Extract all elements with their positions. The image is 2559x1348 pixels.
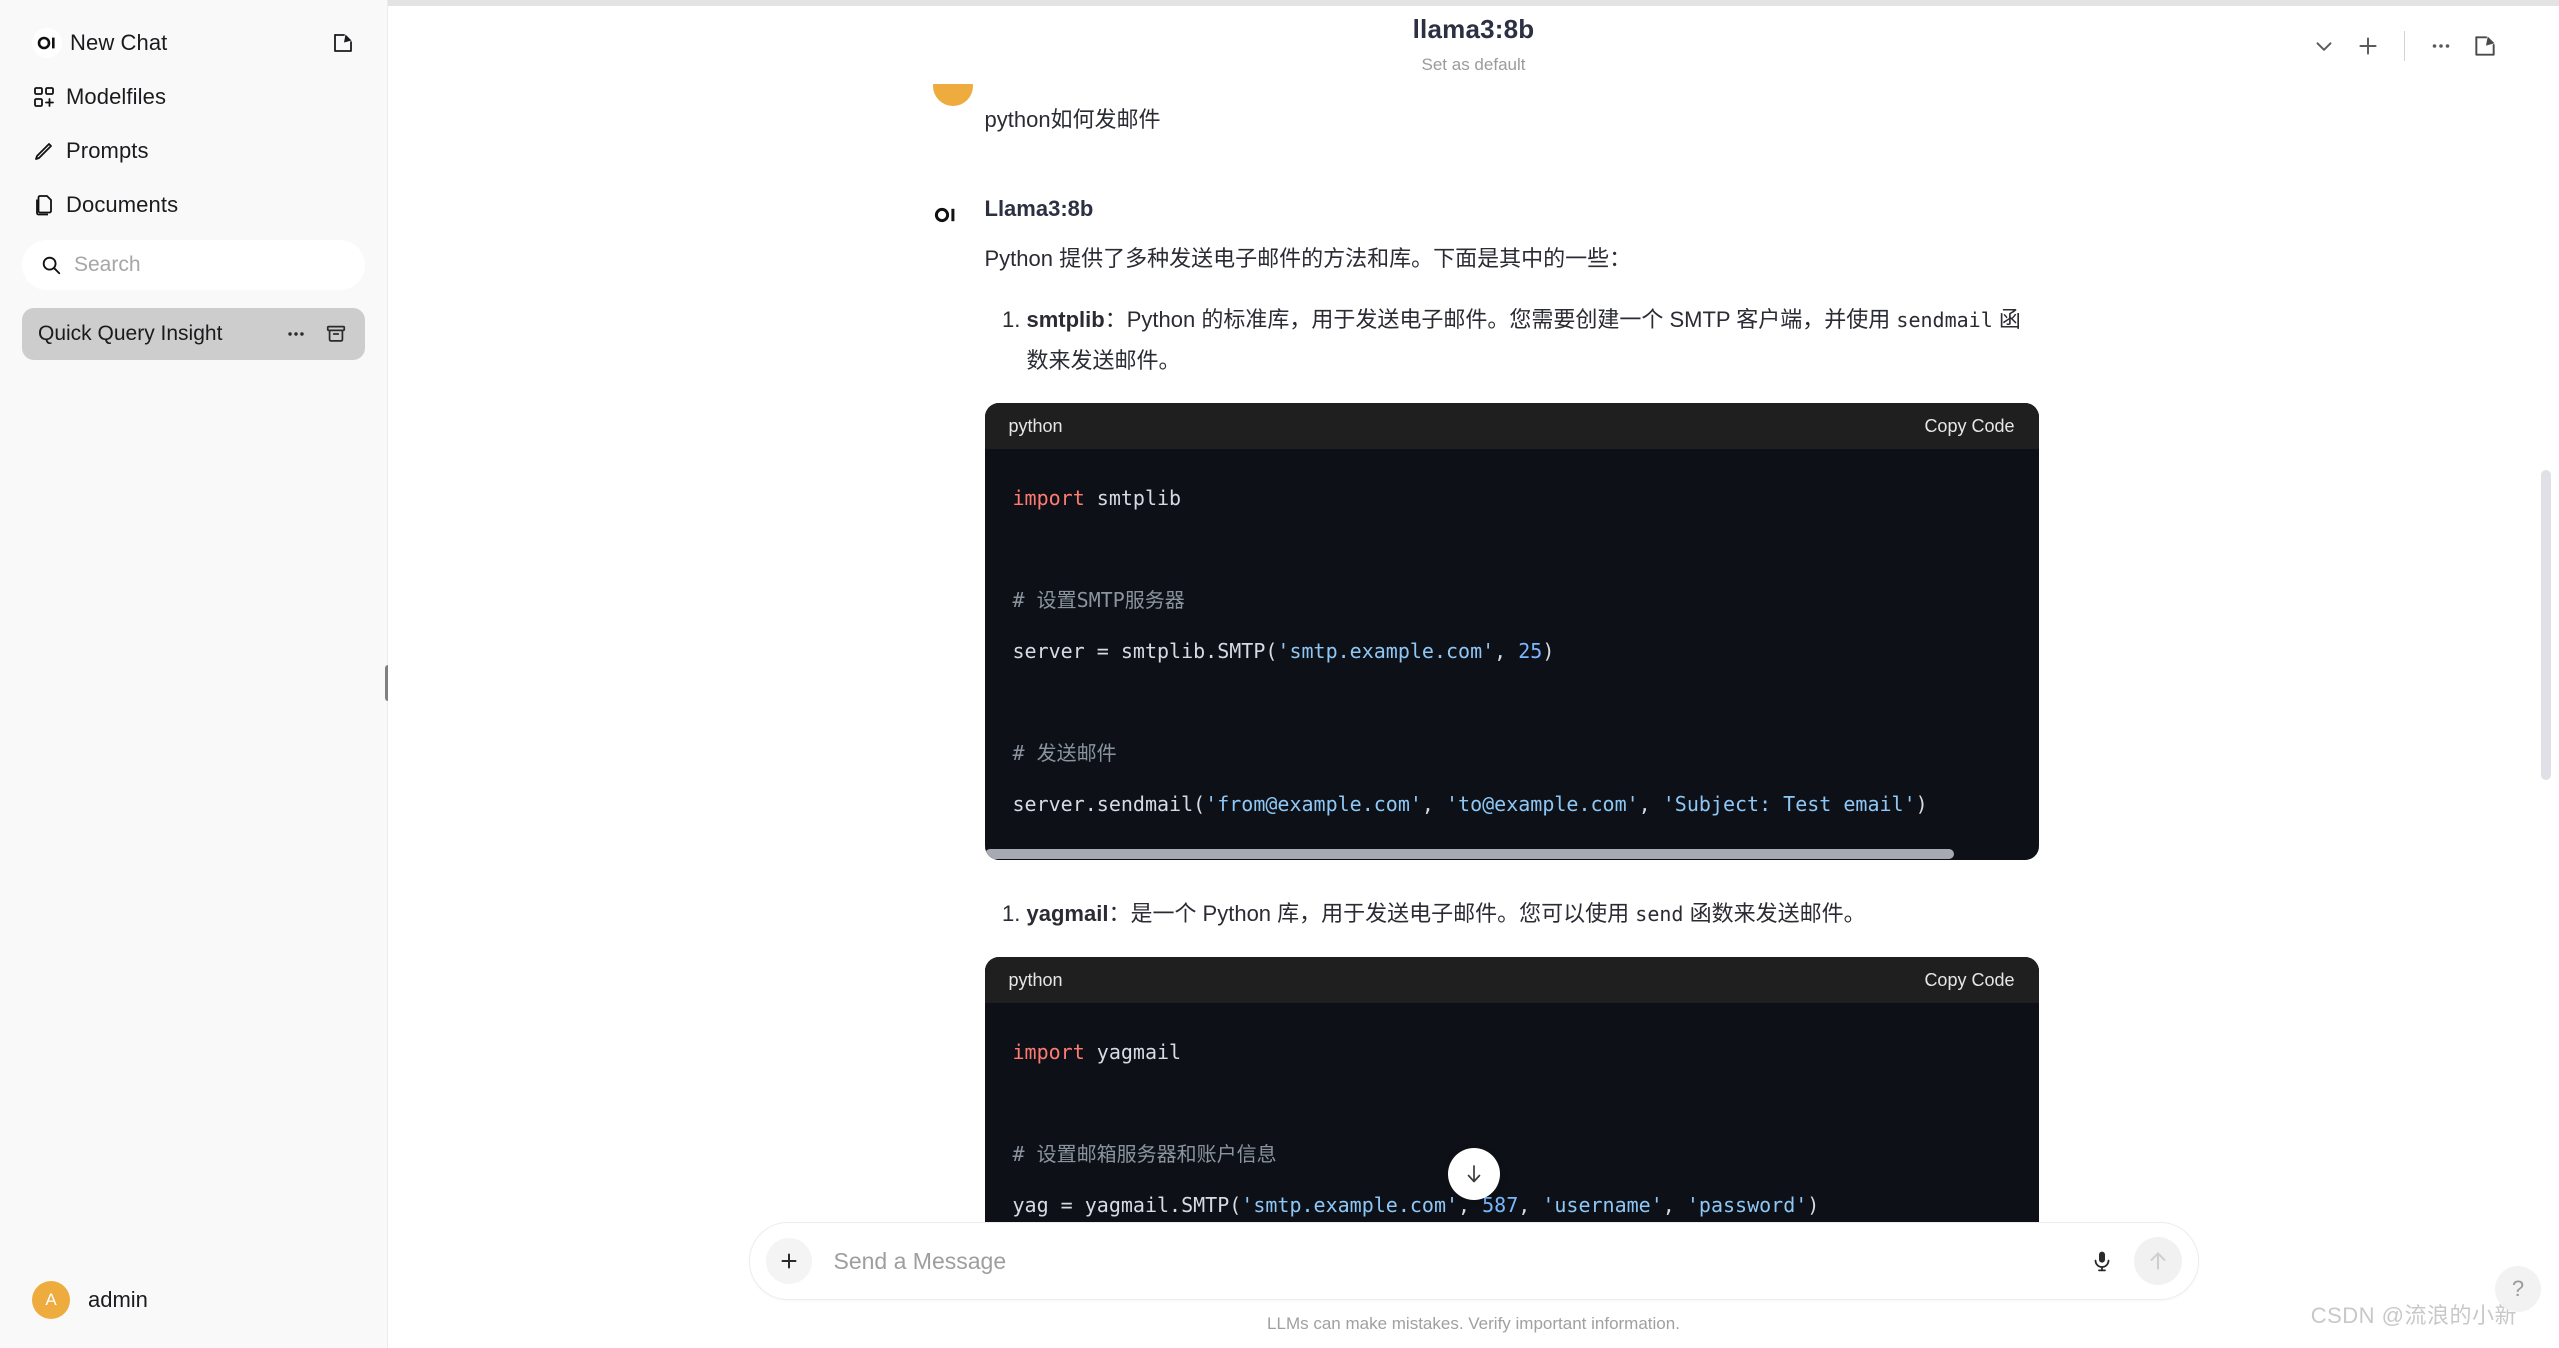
composer-area: LLMs can make mistakes. Verify important… — [388, 1222, 2559, 1348]
code-block-1: python Copy Code import smtplib # 设置SMTP… — [984, 403, 2039, 861]
message-input[interactable] — [833, 1247, 2080, 1275]
chevron-down-icon[interactable] — [2302, 24, 2346, 68]
sidebar-item-new-chat[interactable]: New Chat — [22, 16, 365, 70]
code-language-label: python — [1008, 415, 1063, 436]
sidebar: New Chat Modelfiles Prompts Documents Se… — [0, 0, 391, 1348]
chat-item-title: Quick Query Insight — [38, 322, 223, 345]
user-name: admin — [88, 1287, 148, 1312]
documents-icon — [32, 193, 66, 217]
message-assistant: Llama3:8b Python 提供了多种发送电子邮件的方法和库。下面是其中的… — [909, 196, 2039, 1228]
avatar: A — [32, 1281, 70, 1319]
copy-code-button[interactable]: Copy Code — [1924, 970, 2014, 991]
search-icon — [40, 254, 62, 276]
list-item: yagmail：是一个 Python 库，用于发送电子邮件。您可以使用 send… — [1027, 894, 2039, 935]
scrollbar-thumb[interactable] — [984, 849, 1955, 860]
set-as-default-button[interactable]: Set as default — [1422, 55, 1526, 75]
chat-scroll-area[interactable]: python如何发邮件 Llama3:8b Python 提供了多种发送电子邮件… — [388, 84, 2559, 1228]
page-vertical-scrollbar[interactable] — [2541, 470, 2551, 780]
sidebar-item-label: Prompts — [66, 138, 149, 163]
inline-code: sendmail — [1896, 308, 1993, 333]
sidebar-user-row[interactable]: A admin — [0, 1252, 387, 1348]
sidebar-item-label: Documents — [66, 192, 179, 217]
assistant-intro: Python 提供了多种发送电子邮件的方法和库。下面是其中的一些： — [984, 245, 1632, 271]
new-chat-label: New Chat — [70, 30, 168, 55]
user-message-text: python如何发邮件 — [984, 107, 1161, 132]
copy-code-button[interactable]: Copy Code — [1924, 416, 2014, 437]
message-user: python如何发邮件 — [909, 84, 2039, 140]
list-text-before: ：Python 的标准库，用于发送电子邮件。您需要创建一个 SMTP 客户端，并… — [1104, 307, 1897, 333]
sidebar-top: New Chat Modelfiles Prompts Documents — [0, 0, 387, 232]
help-button[interactable]: ? — [2495, 1266, 2541, 1312]
attach-plus-button[interactable] — [765, 1238, 812, 1284]
header-title-wrap: llama3:8b Set as default — [388, 14, 2559, 75]
scroll-to-bottom-button[interactable] — [1447, 1148, 1500, 1200]
send-button[interactable] — [2133, 1237, 2182, 1285]
sidebar-item-modelfiles[interactable]: Modelfiles — [22, 70, 365, 124]
ellipsis-icon[interactable] — [2419, 24, 2463, 68]
search-box[interactable] — [22, 240, 365, 290]
sidebar-item-prompts[interactable]: Prompts — [22, 124, 365, 178]
code-language-label: python — [1008, 969, 1063, 990]
code-block-header: python Copy Code — [984, 403, 2039, 450]
list-text-before: ：是一个 Python 库，用于发送电子邮件。您可以使用 — [1108, 901, 1636, 927]
message-composer[interactable] — [748, 1222, 2199, 1300]
header-actions — [2302, 24, 2507, 68]
code-block-body[interactable]: import yagmail # 设置邮箱服务器和账户信息 yag = yagm… — [985, 1003, 2039, 1228]
inline-code: send — [1635, 902, 1684, 927]
openwebui-logo-icon — [32, 28, 62, 58]
chat-header: llama3:8b Set as default — [388, 6, 2559, 84]
archive-icon[interactable] — [325, 323, 347, 345]
new-chat-left: New Chat — [32, 28, 167, 58]
chat-list-item-quick-query-insight[interactable]: Quick Query Insight — [22, 308, 365, 360]
list-text-after: 函数来发送邮件。 — [1683, 901, 1866, 927]
plus-icon[interactable] — [2346, 24, 2390, 68]
openwebui-logo-icon — [933, 202, 959, 233]
assistant-name: Llama3:8b — [984, 195, 1094, 221]
user-message-avatar — [932, 84, 973, 106]
new-chat-edit-icon[interactable] — [331, 31, 355, 55]
sidebar-item-documents[interactable]: Documents — [22, 178, 365, 232]
main-panel: llama3:8b Set as default python如何发邮件 Lla… — [388, 0, 2559, 1348]
assistant-list-2: yagmail：是一个 Python 库，用于发送电子邮件。您可以使用 send… — [985, 894, 2039, 935]
code-block-body[interactable]: import smtplib # 设置SMTP服务器 server = smtp… — [985, 449, 2039, 848]
list-term: smtplib — [1026, 307, 1105, 333]
list-term: yagmail — [1026, 901, 1109, 927]
pencil-icon — [32, 139, 66, 163]
ellipsis-icon[interactable] — [285, 323, 307, 345]
code-horizontal-scrollbar[interactable] — [984, 848, 2039, 861]
header-divider — [2404, 31, 2405, 61]
page-title: llama3:8b — [1412, 14, 1535, 44]
chat-list: Quick Query Insight — [0, 290, 387, 360]
assistant-list-1: smtplib：Python 的标准库，用于发送电子邮件。您需要创建一个 SMT… — [985, 300, 2039, 381]
microphone-icon[interactable] — [2080, 1239, 2124, 1283]
code-block-header: python Copy Code — [984, 957, 2039, 1004]
code-block-2: python Copy Code import yagmail # 设置邮箱服务… — [984, 957, 2039, 1228]
chat-messages: python如何发邮件 Llama3:8b Python 提供了多种发送电子邮件… — [909, 84, 2039, 1228]
app-root: New Chat Modelfiles Prompts Documents Se… — [0, 0, 2559, 1348]
list-item: smtplib：Python 的标准库，用于发送电子邮件。您需要创建一个 SMT… — [1027, 300, 2039, 381]
edit-square-icon[interactable] — [2463, 24, 2507, 68]
search-input[interactable] — [74, 253, 347, 277]
sidebar-item-label: Modelfiles — [66, 84, 167, 109]
modelfiles-icon — [32, 85, 66, 109]
composer-disclaimer: LLMs can make mistakes. Verify important… — [1267, 1314, 1680, 1333]
search-section — [0, 232, 387, 290]
chat-item-actions — [285, 323, 347, 345]
